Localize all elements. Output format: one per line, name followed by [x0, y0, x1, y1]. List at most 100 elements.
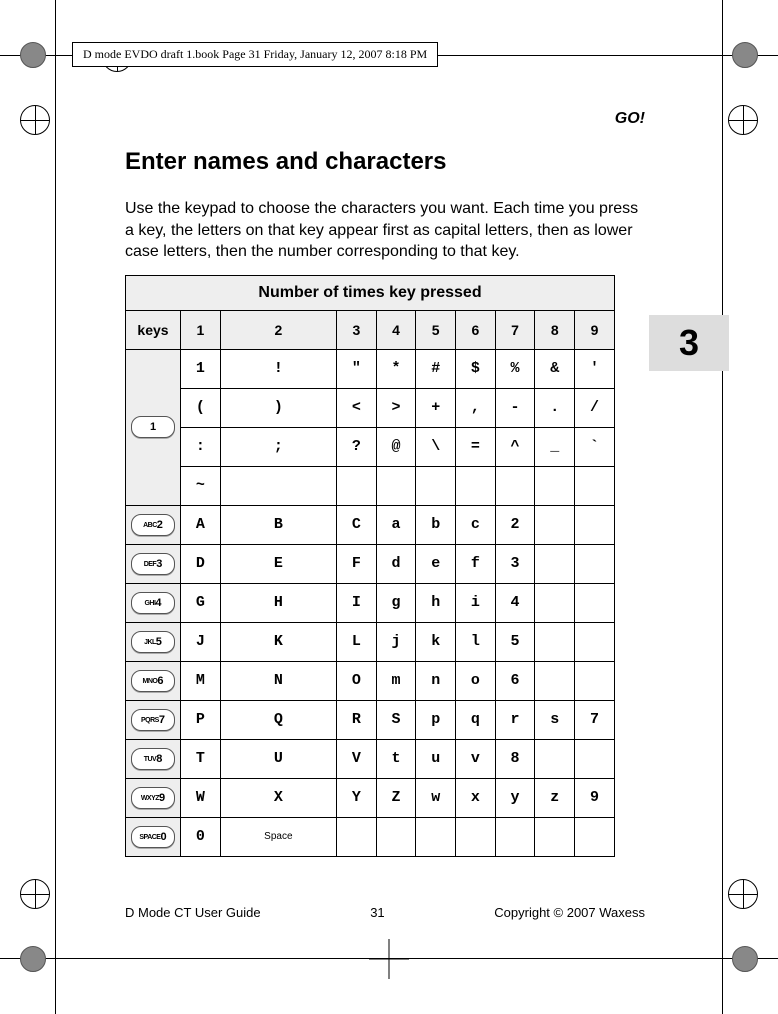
char-cell — [575, 739, 615, 778]
char-cell: ` — [575, 427, 615, 466]
char-cell: o — [456, 661, 496, 700]
char-cell — [376, 817, 416, 856]
col-header: 7 — [495, 310, 535, 349]
char-cell: $ — [456, 349, 496, 388]
char-cell — [220, 466, 336, 505]
char-cell: Q — [220, 700, 336, 739]
char-cell: g — [376, 583, 416, 622]
char-cell: b — [416, 505, 456, 544]
char-cell: U — [220, 739, 336, 778]
keycap-icon: DEF3 — [131, 553, 175, 575]
char-cell: ) — [220, 388, 336, 427]
char-cell: B — [220, 505, 336, 544]
char-cell: v — [456, 739, 496, 778]
footer-left: D Mode CT User Guide — [125, 905, 261, 920]
char-cell: ! — [220, 349, 336, 388]
keycap-cell: DEF3 — [126, 544, 181, 583]
char-cell — [456, 817, 496, 856]
char-cell: O — [337, 661, 377, 700]
keycap-cell: SPACE0 — [126, 817, 181, 856]
char-cell: " — [337, 349, 377, 388]
char-cell: R — [337, 700, 377, 739]
char-cell: q — [456, 700, 496, 739]
char-cell: 2 — [495, 505, 535, 544]
char-cell: + — [416, 388, 456, 427]
footer-page-number: 31 — [370, 905, 384, 920]
char-cell: f — [456, 544, 496, 583]
char-cell: ( — [181, 388, 221, 427]
table-row: MNO6MNOmno6 — [126, 661, 615, 700]
keycap-icon: GHI4 — [131, 592, 175, 614]
char-cell: S — [376, 700, 416, 739]
table-row: : ; ? @ \ = ^ _ ` — [126, 427, 615, 466]
table-row: GHI4GHIghi4 — [126, 583, 615, 622]
keycap-cell: PQRS7 — [126, 700, 181, 739]
char-cell — [575, 466, 615, 505]
char-cell: M — [181, 661, 221, 700]
char-cell: % — [495, 349, 535, 388]
char-cell — [337, 466, 377, 505]
registration-mark — [728, 879, 758, 909]
char-cell: h — [416, 583, 456, 622]
table-row: 1 1 ! " * # $ % & ' — [126, 349, 615, 388]
char-cell — [575, 544, 615, 583]
char-cell: 3 — [495, 544, 535, 583]
char-cell — [535, 544, 575, 583]
keycap-cell-1: 1 — [126, 349, 181, 505]
char-cell: s — [535, 700, 575, 739]
col-header: 5 — [416, 310, 456, 349]
char-cell: H — [220, 583, 336, 622]
char-cell: K — [220, 622, 336, 661]
char-cell: 9 — [575, 778, 615, 817]
char-cell: * — [376, 349, 416, 388]
char-cell — [416, 466, 456, 505]
char-cell: \ — [416, 427, 456, 466]
keycap-cell: WXYZ9 — [126, 778, 181, 817]
keycap-icon: ABC2 — [131, 514, 175, 536]
char-cell — [535, 739, 575, 778]
keycap-cell: JKL5 — [126, 622, 181, 661]
char-cell: ? — [337, 427, 377, 466]
col-header: 3 — [337, 310, 377, 349]
table-row: SPACE00Space — [126, 817, 615, 856]
char-cell: V — [337, 739, 377, 778]
keys-column-header: keys — [126, 310, 181, 349]
char-cell: T — [181, 739, 221, 778]
char-cell — [575, 661, 615, 700]
cross-mark — [369, 939, 409, 979]
keycap-icon: MNO6 — [131, 670, 175, 692]
char-cell: Space — [220, 817, 336, 856]
char-cell: ; — [220, 427, 336, 466]
char-cell: 4 — [495, 583, 535, 622]
char-cell: c — [456, 505, 496, 544]
col-header: 8 — [535, 310, 575, 349]
char-cell — [376, 466, 416, 505]
char-cell — [535, 466, 575, 505]
char-cell: / — [575, 388, 615, 427]
table-title: Number of times key pressed — [126, 275, 615, 310]
char-cell — [456, 466, 496, 505]
char-cell: , — [456, 388, 496, 427]
crop-line-right — [722, 0, 723, 1014]
char-cell: C — [337, 505, 377, 544]
char-cell: t — [376, 739, 416, 778]
running-head: GO! — [125, 110, 645, 128]
char-cell: u — [416, 739, 456, 778]
char-cell: : — [181, 427, 221, 466]
table-row: ABC2ABCabc2 — [126, 505, 615, 544]
char-cell: 0 — [181, 817, 221, 856]
char-cell — [535, 661, 575, 700]
char-cell: N — [220, 661, 336, 700]
registration-mark — [732, 42, 758, 68]
table-row: WXYZ9WXYZwxyz9 — [126, 778, 615, 817]
page-footer: D Mode CT User Guide 31 Copyright © 2007… — [125, 905, 645, 920]
keypad-character-table: Number of times key pressed keys 1 2 3 4… — [125, 275, 615, 857]
char-cell — [337, 817, 377, 856]
keycap-icon: PQRS7 — [131, 709, 175, 731]
char-cell — [535, 583, 575, 622]
char-cell: . — [535, 388, 575, 427]
table-row: PQRS7PQRSpqrs7 — [126, 700, 615, 739]
registration-mark — [20, 946, 46, 972]
table-row: TUV8TUVtuv8 — [126, 739, 615, 778]
char-cell: ^ — [495, 427, 535, 466]
